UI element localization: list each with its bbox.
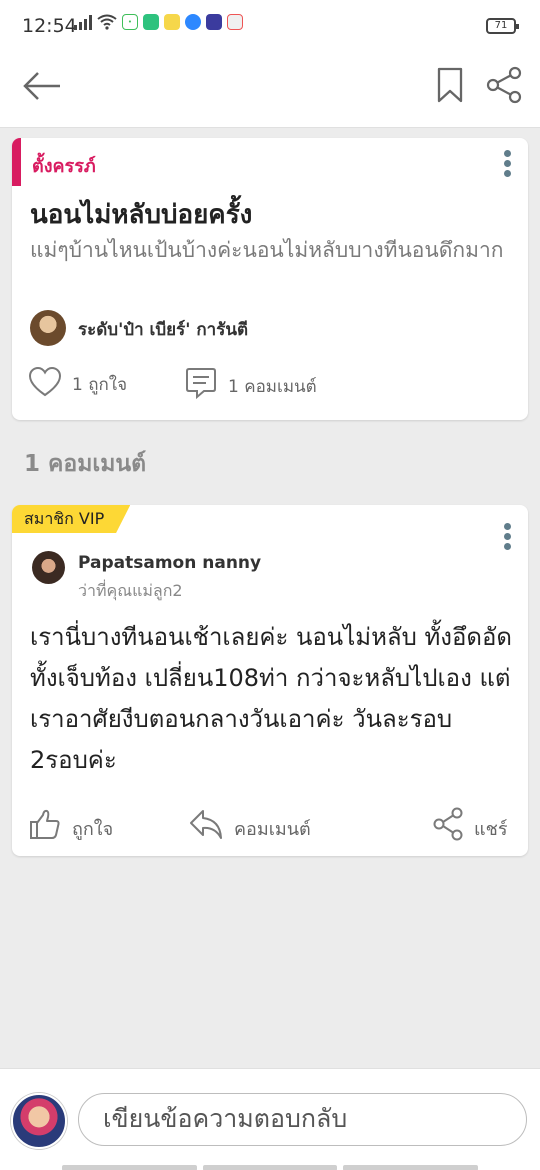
- comment-more-options-icon[interactable]: [502, 523, 512, 551]
- chat-app-icon: [143, 14, 159, 30]
- vip-badge: สมาชิก VIP: [12, 505, 131, 533]
- thumbs-up-icon[interactable]: [28, 807, 62, 841]
- line-icon: •: [122, 14, 138, 30]
- flag-app-icon: [227, 14, 243, 30]
- post-body: แม่ๆบ้านไหนเป้นบ้างค่ะนอนไม่หลับบางทีนอน…: [30, 238, 504, 262]
- video-app-icon: [206, 14, 222, 30]
- comment-icon[interactable]: [184, 366, 218, 400]
- share-icon[interactable]: [485, 66, 523, 104]
- signal-icon: [74, 14, 92, 30]
- post-like-count[interactable]: 1 ถูกใจ: [72, 371, 127, 398]
- app-bar: [0, 54, 540, 128]
- current-user-avatar[interactable]: [11, 1093, 67, 1149]
- status-icons: •: [74, 14, 243, 30]
- heart-icon[interactable]: [28, 366, 62, 398]
- author-name[interactable]: ระดับ'ป๋า เบียร์' การันตี: [78, 316, 248, 343]
- bookmark-icon[interactable]: [436, 66, 464, 104]
- comment-reply-button[interactable]: คอมเมนต์: [234, 814, 311, 843]
- post-card: ตั้งครรภ์ นอนไม่หลับบ่อยครั้ง แม่ๆบ้านไห…: [12, 138, 528, 420]
- back-arrow-icon[interactable]: [22, 68, 62, 104]
- post-more-options-icon[interactable]: [502, 150, 512, 178]
- font-app-icon: [164, 14, 180, 30]
- comment-card: สมาชิก VIP Papatsamon nanny ว่าที่คุณแม่…: [12, 505, 528, 856]
- commenter-avatar[interactable]: [32, 551, 65, 584]
- post-category[interactable]: ตั้งครรภ์: [32, 151, 96, 180]
- status-bar: 12:54 • 71: [0, 0, 540, 54]
- reply-bar: เขียนข้อความตอบกลับ: [0, 1068, 540, 1170]
- comments-heading: 1 คอมเมนต์: [24, 451, 147, 477]
- comment-like-button[interactable]: ถูกใจ: [72, 814, 113, 843]
- post-title: นอนไม่หลับบ่อยครั้ง: [30, 200, 253, 230]
- share-icon[interactable]: [432, 807, 464, 841]
- status-time: 12:54: [22, 15, 77, 37]
- author-avatar[interactable]: [30, 310, 66, 346]
- category-accent-bar: [12, 138, 21, 186]
- post-comment-count[interactable]: 1 คอมเมนต์: [228, 373, 317, 400]
- comment-text: เรานี่บางทีนอนเช้าเลยค่ะ นอนไม่หลับ ทั้ง…: [30, 623, 513, 774]
- reply-input[interactable]: เขียนข้อความตอบกลับ: [78, 1093, 527, 1146]
- messenger-icon: [185, 14, 201, 30]
- navigation-hint: [62, 1165, 479, 1170]
- commenter-name[interactable]: Papatsamon nanny: [78, 553, 261, 573]
- comment-share-button[interactable]: แชร์: [474, 814, 508, 843]
- battery-indicator: 71: [486, 18, 519, 34]
- wifi-icon: [97, 14, 117, 30]
- reply-icon[interactable]: [188, 807, 224, 841]
- commenter-status: ว่าที่คุณแม่ลูก2: [78, 581, 183, 600]
